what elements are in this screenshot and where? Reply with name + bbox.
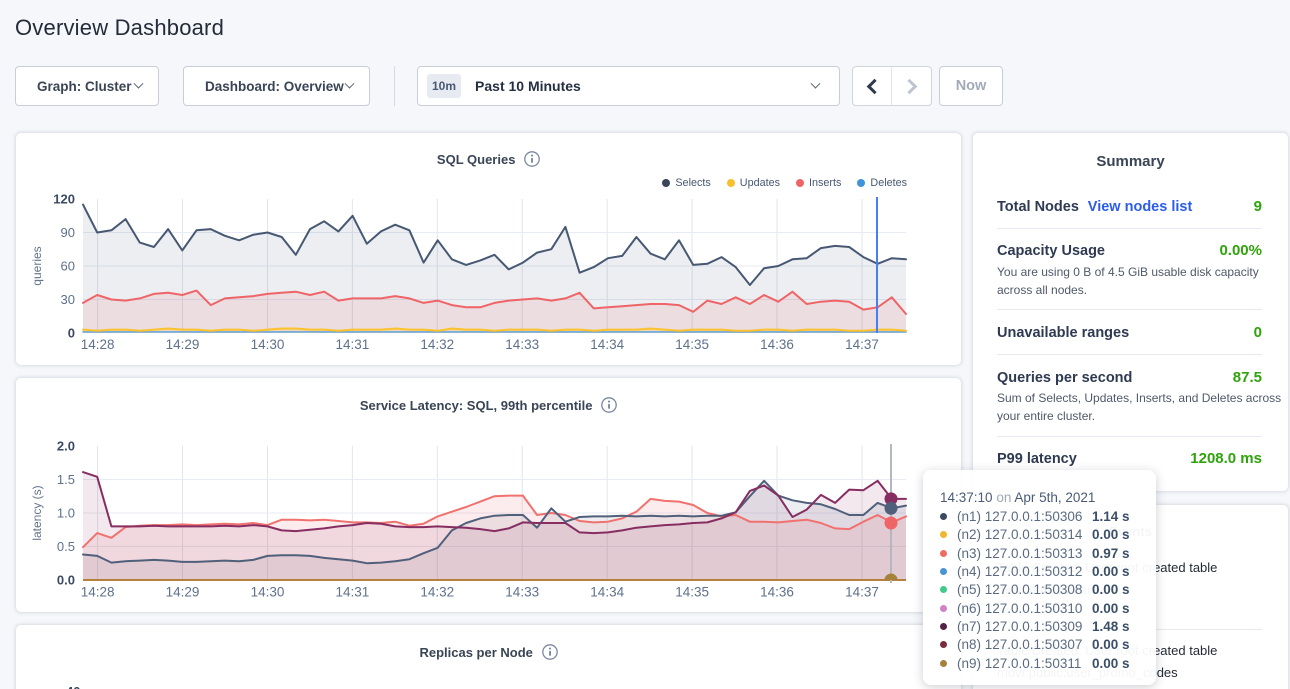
svg-text:14:32: 14:32 xyxy=(420,337,454,352)
svg-text:14:37: 14:37 xyxy=(845,585,879,600)
svg-text:14:31: 14:31 xyxy=(336,585,370,600)
svg-text:0.5: 0.5 xyxy=(57,539,75,554)
svg-text:1.5: 1.5 xyxy=(57,472,75,487)
svg-text:14:33: 14:33 xyxy=(505,337,539,352)
svg-text:14:31: 14:31 xyxy=(336,337,370,352)
svg-text:0.0: 0.0 xyxy=(57,573,75,588)
svg-text:14:30: 14:30 xyxy=(251,585,285,600)
svg-text:14:36: 14:36 xyxy=(760,585,794,600)
svg-text:0: 0 xyxy=(68,326,75,341)
svg-text:14:34: 14:34 xyxy=(590,585,624,600)
svg-text:14:29: 14:29 xyxy=(166,585,200,600)
svg-text:14:37: 14:37 xyxy=(845,337,879,352)
svg-text:14:33: 14:33 xyxy=(505,585,539,600)
svg-text:14:36: 14:36 xyxy=(760,337,794,352)
svg-text:120: 120 xyxy=(53,192,75,207)
svg-text:queries: queries xyxy=(30,246,44,285)
svg-text:90: 90 xyxy=(61,225,75,240)
svg-text:latency (s): latency (s) xyxy=(30,485,44,540)
svg-text:60: 60 xyxy=(61,259,75,274)
svg-text:14:29: 14:29 xyxy=(166,337,200,352)
svg-text:14:32: 14:32 xyxy=(420,585,454,600)
svg-text:14:34: 14:34 xyxy=(590,337,624,352)
svg-text:1.0: 1.0 xyxy=(57,506,75,521)
svg-text:2.0: 2.0 xyxy=(57,439,75,454)
svg-text:14:35: 14:35 xyxy=(675,337,709,352)
svg-text:14:35: 14:35 xyxy=(675,585,709,600)
svg-text:14:28: 14:28 xyxy=(81,585,115,600)
svg-text:30: 30 xyxy=(61,292,75,307)
svg-text:14:28: 14:28 xyxy=(81,337,115,352)
svg-text:14:30: 14:30 xyxy=(251,337,285,352)
